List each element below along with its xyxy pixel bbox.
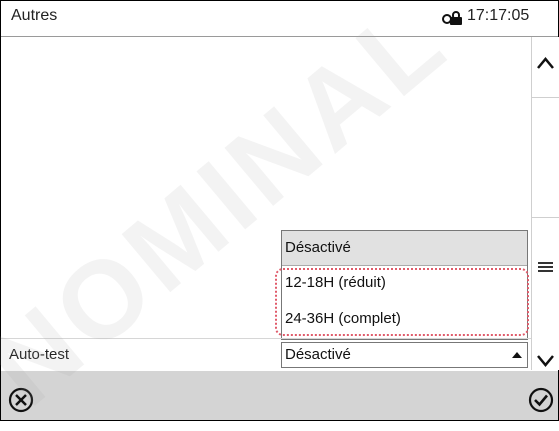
option-desactive[interactable]: Désactivé xyxy=(282,231,527,266)
option-label: 12-18H (réduit) xyxy=(285,274,386,291)
header-bar: Autres 17:17:05 xyxy=(1,1,558,37)
option-label: Désactivé xyxy=(285,239,351,256)
page-title: Autres xyxy=(11,7,58,24)
auto-test-row: Auto-test Désactivé xyxy=(1,338,531,371)
confirm-icon[interactable] xyxy=(528,387,554,413)
screen-frame: Autres 17:17:05 Désactivé 12-18H (réduit… xyxy=(0,0,559,421)
cancel-icon[interactable] xyxy=(8,387,34,413)
footer-bar xyxy=(1,371,558,420)
lock-icon xyxy=(442,11,462,25)
caret-up-icon xyxy=(512,352,522,358)
chevron-up-icon xyxy=(537,57,554,69)
scroll-up-button[interactable] xyxy=(532,37,559,98)
option-24-36h[interactable]: 24-36H (complet) xyxy=(282,302,527,336)
auto-test-label: Auto-test xyxy=(9,346,70,363)
scrollbar[interactable] xyxy=(531,37,559,370)
option-label: 24-36H (complet) xyxy=(285,310,401,327)
option-12-18h[interactable]: 12-18H (réduit) xyxy=(282,266,527,300)
auto-test-dropdown-list[interactable]: Désactivé 12-18H (réduit) 24-36H (comple… xyxy=(281,230,528,340)
auto-test-select[interactable]: Désactivé xyxy=(281,342,528,368)
clock-time: 17:17:05 xyxy=(467,7,530,24)
select-value: Désactivé xyxy=(285,346,351,363)
chevron-down-icon[interactable] xyxy=(537,355,554,367)
scroll-thumb[interactable] xyxy=(532,217,559,373)
hamburger-icon xyxy=(538,262,553,272)
